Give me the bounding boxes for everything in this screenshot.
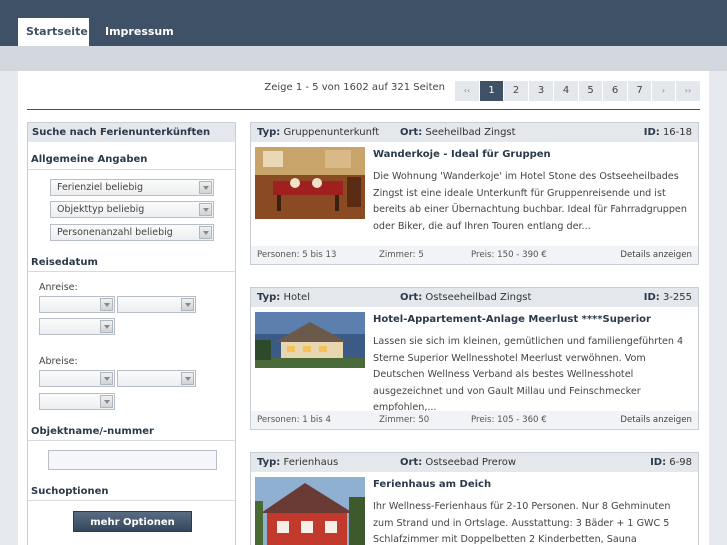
listing-id: ID: 16-18 xyxy=(643,127,692,138)
arrival-month-select[interactable] xyxy=(117,296,196,313)
pagination-first-button[interactable]: ‹‹ xyxy=(455,81,480,101)
divider xyxy=(28,500,235,501)
object-type-select-value: Objekttyp beliebig xyxy=(57,204,145,215)
listing-card: Typ: Gruppenunterkunft Ort: Seeheilbad Z… xyxy=(250,122,699,265)
nav-tab-startseite[interactable]: Startseite xyxy=(18,18,89,46)
search-sidebar: Suche nach Ferienunterkünften Allgemeine… xyxy=(27,122,236,545)
pagination-page-1[interactable]: 1 xyxy=(480,81,504,101)
listing-place: Ort: Ostseebad Prerow xyxy=(400,457,517,468)
object-heading: Objektname/-nummer xyxy=(31,426,154,437)
listing-description: Ihr Wellness-Ferienhaus für 2-10 Persone… xyxy=(373,501,671,545)
listing-description: Die Wohnung 'Wanderkoje' im Hotel Stone … xyxy=(373,171,687,232)
listing-price: Preis: 150 - 390 € xyxy=(471,250,547,260)
chevron-down-icon xyxy=(100,320,113,333)
listing-footer: Personen: 1 bis 4 Zimmer: 50 Preis: 105 … xyxy=(251,411,698,429)
listing-rooms: Zimmer: 50 xyxy=(379,415,430,425)
departure-month-select[interactable] xyxy=(117,370,196,387)
chevron-down-icon xyxy=(181,298,194,311)
departure-label: Abreise: xyxy=(39,356,78,367)
main-content: Zeige 1 - 5 von 1602 auf 321 Seiten ‹‹ 1… xyxy=(18,71,709,545)
pagination-info: Zeige 1 - 5 von 1602 auf 321 Seiten xyxy=(264,82,445,93)
listing-header: Typ: Ferienhaus Ort: Ostseebad Prerow ID… xyxy=(251,453,698,472)
pagination-page-4[interactable]: 4 xyxy=(554,81,579,101)
details-link[interactable]: Details anzeigen xyxy=(620,246,692,264)
chevron-down-icon xyxy=(199,226,212,239)
chevron-down-icon xyxy=(199,181,212,194)
listing-title[interactable]: Ferienhaus am Deich xyxy=(373,479,491,490)
listing-type: Typ: Ferienhaus xyxy=(257,457,339,468)
chevron-down-icon xyxy=(100,372,113,385)
chevron-down-icon xyxy=(100,298,113,311)
arrival-label: Anreise: xyxy=(39,282,78,293)
departure-day-select[interactable] xyxy=(39,370,115,387)
date-heading: Reisedatum xyxy=(31,257,98,268)
listing-card: Typ: Ferienhaus Ort: Ostseebad Prerow ID… xyxy=(250,452,699,545)
listing-persons: Personen: 1 bis 4 xyxy=(257,415,331,425)
pagination-page-7[interactable]: 7 xyxy=(628,81,652,101)
chevron-down-icon xyxy=(100,395,113,408)
pagination-next-button[interactable]: › xyxy=(652,81,676,101)
listing-price: Preis: 105 - 360 € xyxy=(471,415,547,425)
object-type-select[interactable]: Objekttyp beliebig xyxy=(50,201,214,218)
pagination-page-3[interactable]: 3 xyxy=(529,81,554,101)
listing-photo[interactable] xyxy=(255,312,365,384)
listing-persons: Personen: 5 bis 13 xyxy=(257,250,337,260)
persons-select[interactable]: Personenanzahl beliebig xyxy=(50,224,214,241)
pagination-page-5[interactable]: 5 xyxy=(579,81,603,101)
pagination-last-button[interactable]: ›› xyxy=(676,81,700,101)
chevron-down-icon xyxy=(181,372,194,385)
listing-header: Typ: Gruppenunterkunft Ort: Seeheilbad Z… xyxy=(251,123,698,142)
general-heading: Allgemeine Angaben xyxy=(31,154,148,165)
top-navigation: Startseite Impressum xyxy=(0,0,727,46)
listing-footer: Personen: 5 bis 13 Zimmer: 5 Preis: 150 … xyxy=(251,246,698,264)
sub-navigation-bar xyxy=(0,46,727,71)
chevron-down-icon xyxy=(199,203,212,216)
listing-id: ID: 6-98 xyxy=(650,457,692,468)
pagination: ‹‹ 1 2 3 4 5 6 7 › ›› xyxy=(455,81,700,101)
arrival-day-select[interactable] xyxy=(39,296,115,313)
destination-select[interactable]: Ferienziel beliebig xyxy=(50,179,214,196)
nav-tab-impressum[interactable]: Impressum xyxy=(97,18,182,46)
pagination-page-2[interactable]: 2 xyxy=(504,81,529,101)
details-link[interactable]: Details anzeigen xyxy=(620,411,692,429)
search-options-heading: Suchoptionen xyxy=(31,486,109,497)
listing-place: Ort: Ostseeheilbad Zingst xyxy=(400,292,532,303)
listing-title[interactable]: Wanderkoje - Ideal für Gruppen xyxy=(373,149,551,160)
sidebar-title: Suche nach Ferienunterkünften xyxy=(28,123,235,142)
divider xyxy=(28,169,235,170)
listing-rooms: Zimmer: 5 xyxy=(379,250,424,260)
arrival-year-select[interactable] xyxy=(39,318,115,335)
listing-card: Typ: Hotel Ort: Ostseeheilbad Zingst ID:… xyxy=(250,287,699,430)
listing-photo[interactable] xyxy=(255,147,365,219)
divider xyxy=(28,440,235,441)
more-options-button[interactable]: mehr Optionen xyxy=(73,511,192,532)
divider xyxy=(28,271,235,272)
listing-place: Ort: Seeheilbad Zingst xyxy=(400,127,516,138)
object-name-input[interactable] xyxy=(48,450,217,470)
listing-photo[interactable] xyxy=(255,477,365,545)
listing-id: ID: 3-255 xyxy=(643,292,692,303)
persons-select-value: Personenanzahl beliebig xyxy=(57,227,173,238)
listing-description: Lassen sie sich im kleinen, gemütlichen … xyxy=(373,336,684,413)
listing-type: Typ: Hotel xyxy=(257,292,310,303)
listing-title[interactable]: Hotel-Appartement-Anlage Meerlust ****Su… xyxy=(373,314,651,325)
destination-select-value: Ferienziel beliebig xyxy=(57,182,144,193)
header-divider xyxy=(27,109,700,110)
listing-header: Typ: Hotel Ort: Ostseeheilbad Zingst ID:… xyxy=(251,288,698,307)
listing-type: Typ: Gruppenunterkunft xyxy=(257,127,380,138)
departure-year-select[interactable] xyxy=(39,393,115,410)
pagination-page-6[interactable]: 6 xyxy=(603,81,628,101)
